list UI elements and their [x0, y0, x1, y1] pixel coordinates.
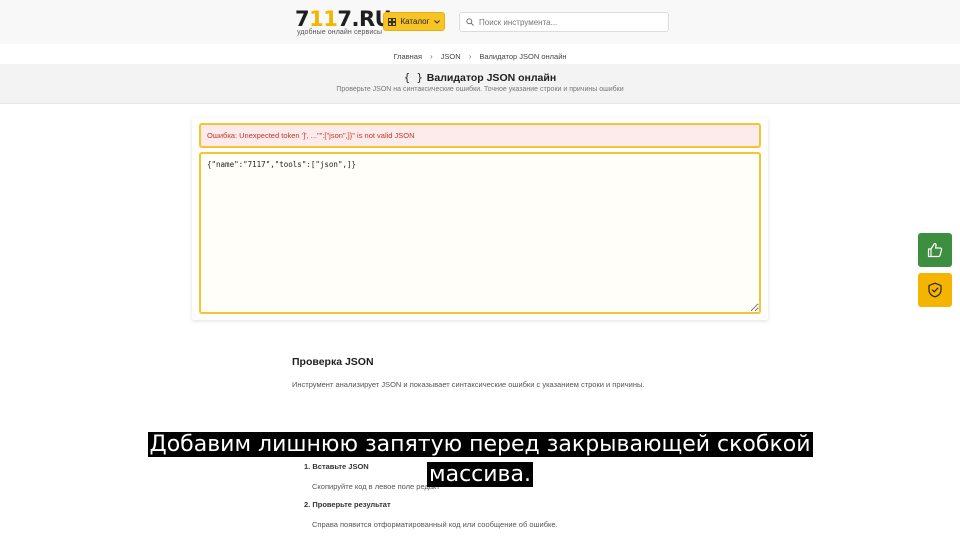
video-caption: Добавим лишнюю запятую перед закрывающей… [0, 430, 960, 490]
like-button[interactable] [918, 233, 952, 267]
grid-icon [388, 17, 397, 26]
breadcrumb-home[interactable]: Главная [393, 52, 422, 61]
search-icon [466, 18, 474, 26]
breadcrumb-json[interactable]: JSON [441, 52, 461, 61]
thumbs-up-icon [927, 242, 943, 258]
breadcrumb: Главная › JSON › Валидатор JSON онлайн [0, 52, 960, 61]
step-2-desc: Справа появится отформатированный код ил… [312, 520, 558, 529]
chevron-right-icon: › [430, 52, 433, 61]
security-button[interactable] [918, 273, 952, 307]
shield-check-icon [928, 282, 942, 298]
site-logo[interactable]: 7117.RU [295, 8, 392, 30]
page-hero: { } Валидатор JSON онлайн Проверьте JSON … [0, 64, 960, 104]
info-section: Проверка JSON Инструмент анализирует JSO… [292, 356, 772, 389]
caption-line-2: массива. [426, 462, 533, 487]
page-title: { } Валидатор JSON онлайн [403, 72, 557, 84]
info-title: Проверка JSON [292, 356, 374, 368]
step-2-title: 2. Проверьте результат [304, 500, 391, 509]
chevron-right-icon: › [468, 52, 472, 61]
site-header: 7117.RU удобные онлайн сервисы Каталог [0, 0, 960, 44]
caption-line-1: Добавим лишнюю запятую перед закрывающей… [147, 432, 813, 457]
json-input[interactable] [199, 152, 761, 314]
info-description: Инструмент анализирует JSON и показывает… [292, 380, 645, 389]
page-subtitle: Проверьте JSON на синтаксические ошибки.… [336, 86, 624, 93]
chevron-down-icon [433, 19, 440, 24]
search-input[interactable] [479, 17, 659, 27]
braces-icon: { } [403, 72, 423, 84]
error-message: Ошибка: Unexpected token ']', ..."":["js… [199, 123, 761, 148]
breadcrumb-current: Валидатор JSON онлайн [479, 52, 567, 61]
logo-tagline: удобные онлайн сервисы [297, 29, 383, 36]
search-box[interactable] [459, 12, 669, 32]
catalog-label: Каталог [400, 17, 430, 26]
catalog-button[interactable]: Каталог [383, 12, 445, 31]
